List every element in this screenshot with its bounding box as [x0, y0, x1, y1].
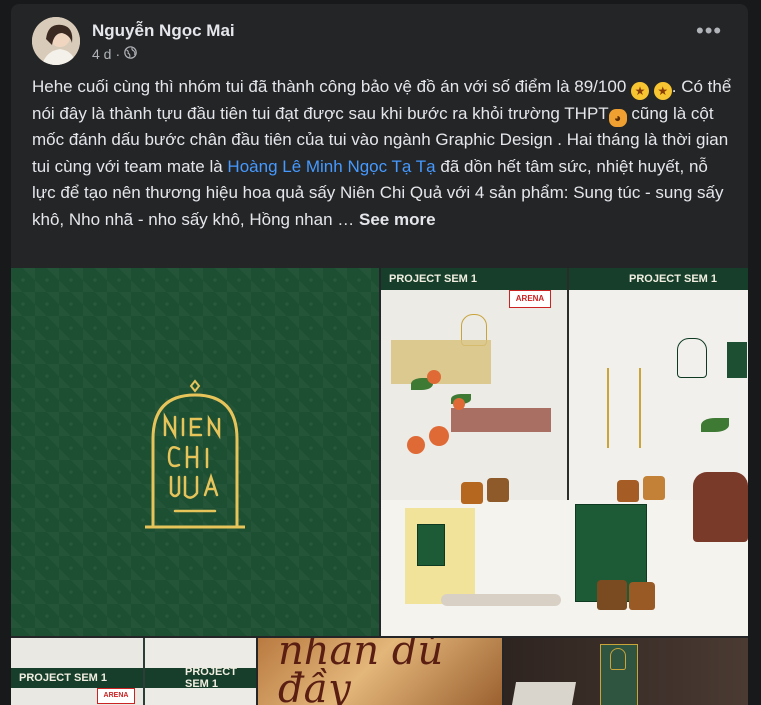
plant-leaf [701, 418, 729, 432]
jar [487, 478, 509, 502]
arena-badge: ARENA [97, 688, 135, 704]
see-more-link[interactable]: See more [359, 210, 436, 229]
post-text: Hehe cuối cùng thì nhóm tui đã thành côn… [32, 74, 732, 233]
jar [617, 480, 639, 502]
globe-icon[interactable] [124, 46, 137, 62]
plant-pot [693, 472, 748, 542]
fruit [407, 436, 425, 454]
project-banner-right: PROJECT SEM 1 [569, 268, 748, 290]
project-banner-left: PROJECT SEM 1 [11, 668, 143, 688]
jar [643, 476, 665, 500]
project-banner-left: PROJECT SEM 1 [381, 268, 567, 290]
mini-logo [610, 648, 626, 670]
mini-logo-right [677, 338, 707, 378]
banner-right-text: PROJECT SEM 1 [629, 273, 718, 285]
product-box [417, 524, 445, 566]
feed-post: Nguyễn Ngọc Mai 4 d · ••• Hehe cuối cùng… [11, 4, 748, 705]
meta-separator: · [115, 46, 121, 62]
jar [629, 582, 655, 610]
post-meta: 4 d · [92, 46, 137, 62]
board-logo-mark [607, 368, 641, 448]
photo-exhibition-2[interactable]: PROJECT SEM 1 PROJECT SEM 1 ARENA [11, 638, 256, 705]
photo-exhibition[interactable]: PROJECT SEM 1 PROJECT SEM 1 ARENA [381, 268, 748, 636]
author-name[interactable]: Nguyễn Ngọc Mai [92, 21, 235, 41]
more-options-icon[interactable]: ••• [696, 20, 721, 48]
card [511, 682, 577, 705]
post-text-part1: Hehe cuối cùng thì nhóm tui đã thành côn… [32, 77, 627, 96]
banner-left-text: PROJECT SEM 1 [19, 672, 108, 684]
author-avatar[interactable] [32, 17, 80, 65]
mention-link[interactable]: Hoàng Lê Minh Ngọc Tạ Tạ [227, 157, 435, 176]
photo-logo[interactable] [11, 268, 379, 636]
jar [461, 482, 483, 504]
banner-left-text: PROJECT SEM 1 [389, 273, 478, 285]
banner-right-text: PROJECT SEM 1 [185, 666, 237, 690]
arena-badge: ARENA [509, 290, 551, 308]
nien-chi-qua-logo [145, 379, 245, 529]
board-card [727, 342, 747, 378]
jar [597, 580, 627, 610]
script-text: nhan dủ đầy [278, 638, 444, 705]
board-product-row [451, 408, 551, 432]
photo-script-poster[interactable]: nhan dủ đầy [258, 638, 502, 705]
board-image-row [391, 340, 491, 384]
post-time[interactable]: 4 d [92, 46, 111, 62]
star-struck-emoji: ★ [631, 82, 650, 100]
fruit [427, 370, 441, 384]
project-banner-right: PROJECT SEM 1 [145, 666, 256, 690]
post-header: Nguyễn Ngọc Mai 4 d · ••• [11, 4, 748, 74]
fruit [429, 426, 449, 446]
photo-product-box[interactable] [504, 638, 748, 705]
fruit [453, 398, 465, 410]
cat-emoji: ◕ [608, 108, 627, 127]
plates [441, 594, 561, 606]
star-struck-emoji: ★ [653, 82, 672, 100]
